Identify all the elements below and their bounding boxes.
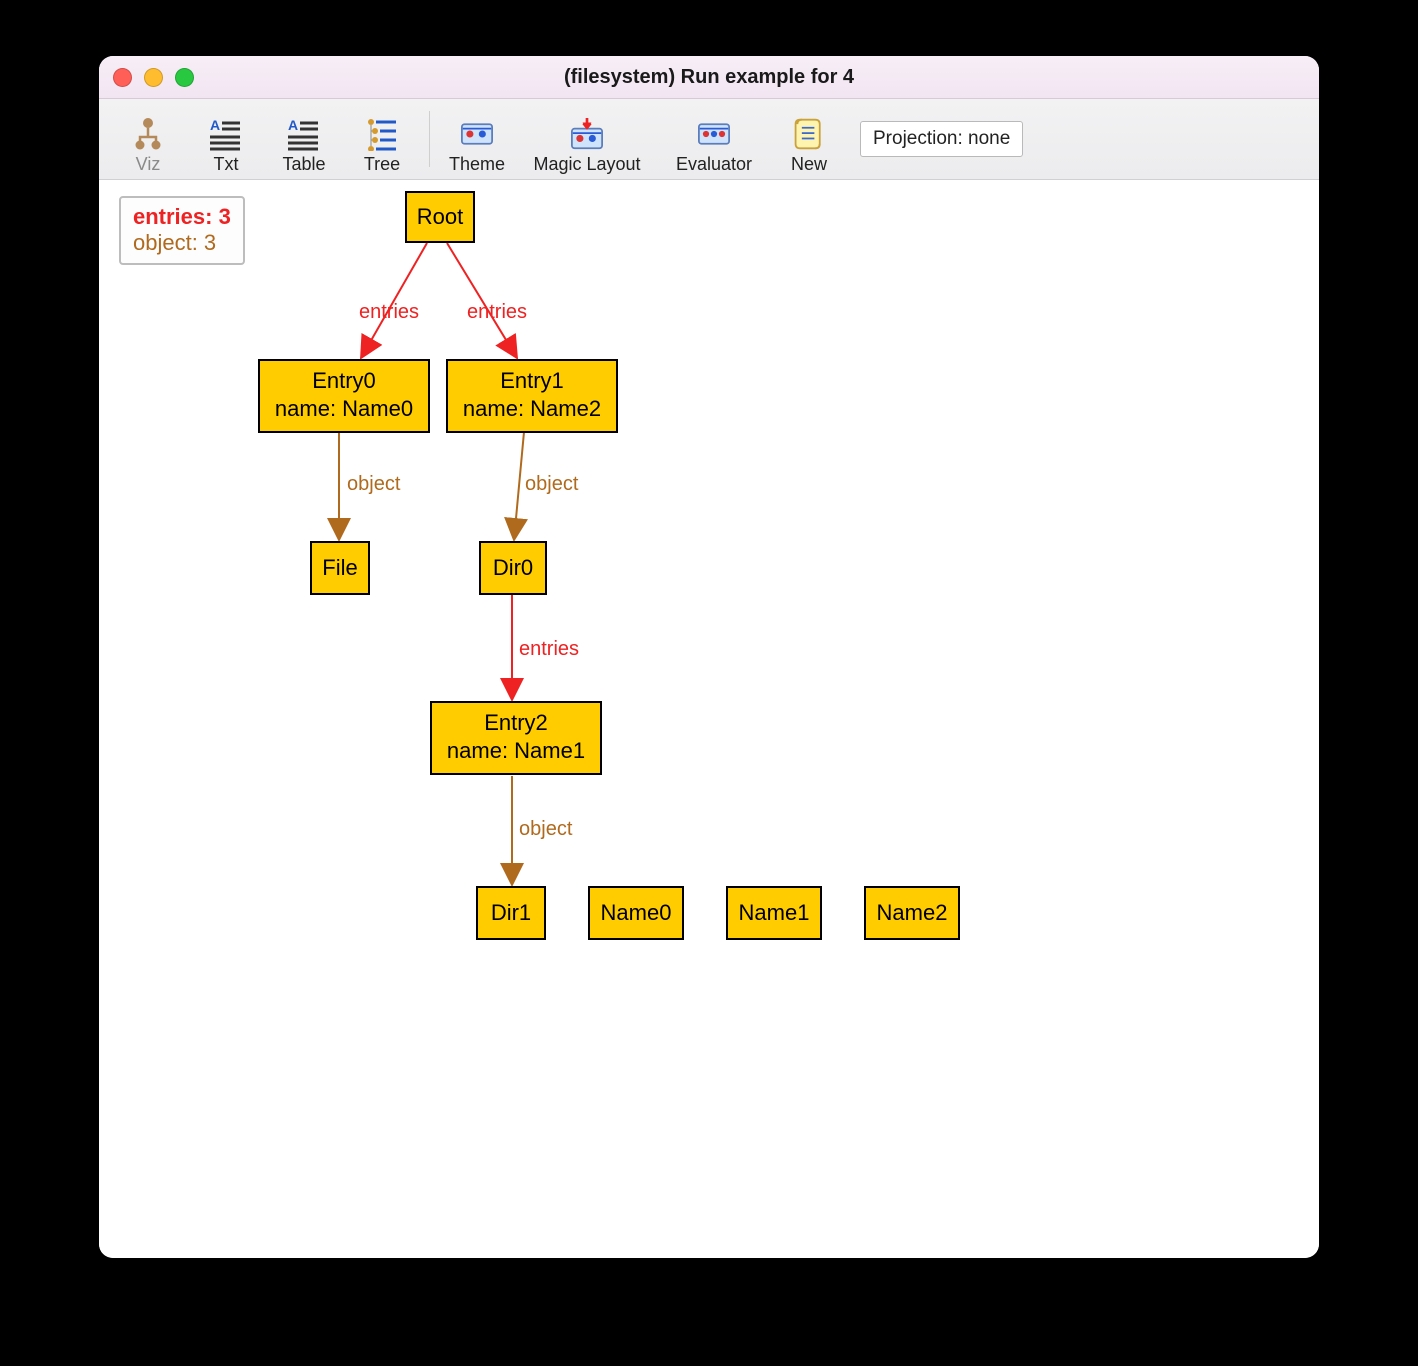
magic-layout-icon (571, 117, 603, 151)
projection-indicator[interactable]: Projection: none (860, 121, 1023, 157)
edge-label-object: object (347, 473, 401, 495)
node-root[interactable]: Root (406, 192, 474, 242)
titlebar: (filesystem) Run example for 4 (99, 56, 1319, 99)
edge-label-entries: entries (467, 301, 527, 323)
svg-text:name: Name2: name: Name2 (463, 396, 601, 421)
txt-button[interactable]: A Txt (187, 101, 265, 177)
svg-text:Dir1: Dir1 (491, 900, 531, 925)
app-window: (filesystem) Run example for 4 Viz A (99, 56, 1319, 1258)
magic-layout-button[interactable]: Magic Layout (516, 101, 658, 177)
table-button[interactable]: A Table (265, 101, 343, 177)
edge-label-object: object (519, 818, 573, 840)
tree-label: Tree (364, 154, 400, 175)
node-entry2[interactable]: Entry2 name: Name1 (431, 702, 601, 774)
edge-label-entries: entries (519, 638, 579, 660)
magic-layout-label: Magic Layout (533, 154, 640, 175)
hierarchy-icon (132, 117, 164, 151)
new-button[interactable]: New (770, 101, 848, 177)
viz-button[interactable]: Viz (109, 101, 187, 177)
evaluator-label: Evaluator (676, 154, 752, 175)
evaluator-button[interactable]: Evaluator (658, 101, 770, 177)
theme-button[interactable]: Theme (438, 101, 516, 177)
toolbar: Viz A Txt A (99, 99, 1319, 180)
table-label: Table (282, 154, 325, 175)
svg-text:name: Name0: name: Name0 (275, 396, 413, 421)
new-label: New (791, 154, 827, 175)
svg-text:File: File (322, 555, 357, 580)
edge-label-entries: entries (359, 301, 419, 323)
svg-text:Entry0: Entry0 (312, 368, 376, 393)
separator (429, 111, 430, 167)
theme-icon (461, 117, 493, 151)
node-name1[interactable]: Name1 (727, 887, 821, 939)
viz-label: Viz (136, 154, 161, 175)
table-icon: A (288, 117, 320, 151)
node-entry1[interactable]: Entry1 name: Name2 (447, 360, 617, 432)
scroll-icon (793, 117, 825, 151)
tree-button[interactable]: Tree (343, 101, 421, 177)
svg-text:Root: Root (417, 204, 463, 229)
evaluator-icon (698, 117, 730, 151)
svg-text:A: A (288, 117, 298, 133)
node-entry0[interactable]: Entry0 name: Name0 (259, 360, 429, 432)
svg-text:Name1: Name1 (739, 900, 810, 925)
svg-text:name: Name1: name: Name1 (447, 738, 585, 763)
node-dir0[interactable]: Dir0 (480, 542, 546, 594)
node-file[interactable]: File (311, 542, 369, 594)
svg-text:Name2: Name2 (877, 900, 948, 925)
node-name0[interactable]: Name0 (589, 887, 683, 939)
svg-text:Entry2: Entry2 (484, 710, 548, 735)
svg-text:Dir0: Dir0 (493, 555, 533, 580)
text-lines-icon: A (210, 117, 242, 151)
graph-svg: entries entries object object entries ob… (99, 180, 1319, 1258)
minimize-icon[interactable] (144, 68, 163, 87)
svg-text:Name0: Name0 (601, 900, 672, 925)
txt-label: Txt (214, 154, 239, 175)
node-name2[interactable]: Name2 (865, 887, 959, 939)
tree-list-icon (366, 117, 398, 151)
theme-label: Theme (449, 154, 505, 175)
svg-text:Entry1: Entry1 (500, 368, 564, 393)
diagram-canvas[interactable]: entries: 3 object: 3 entries entries (99, 180, 1319, 1258)
node-dir1[interactable]: Dir1 (477, 887, 545, 939)
edge-label-object: object (525, 473, 579, 495)
window-title: (filesystem) Run example for 4 (99, 66, 1319, 89)
svg-text:A: A (210, 117, 220, 133)
zoom-icon[interactable] (175, 68, 194, 87)
close-icon[interactable] (113, 68, 132, 87)
